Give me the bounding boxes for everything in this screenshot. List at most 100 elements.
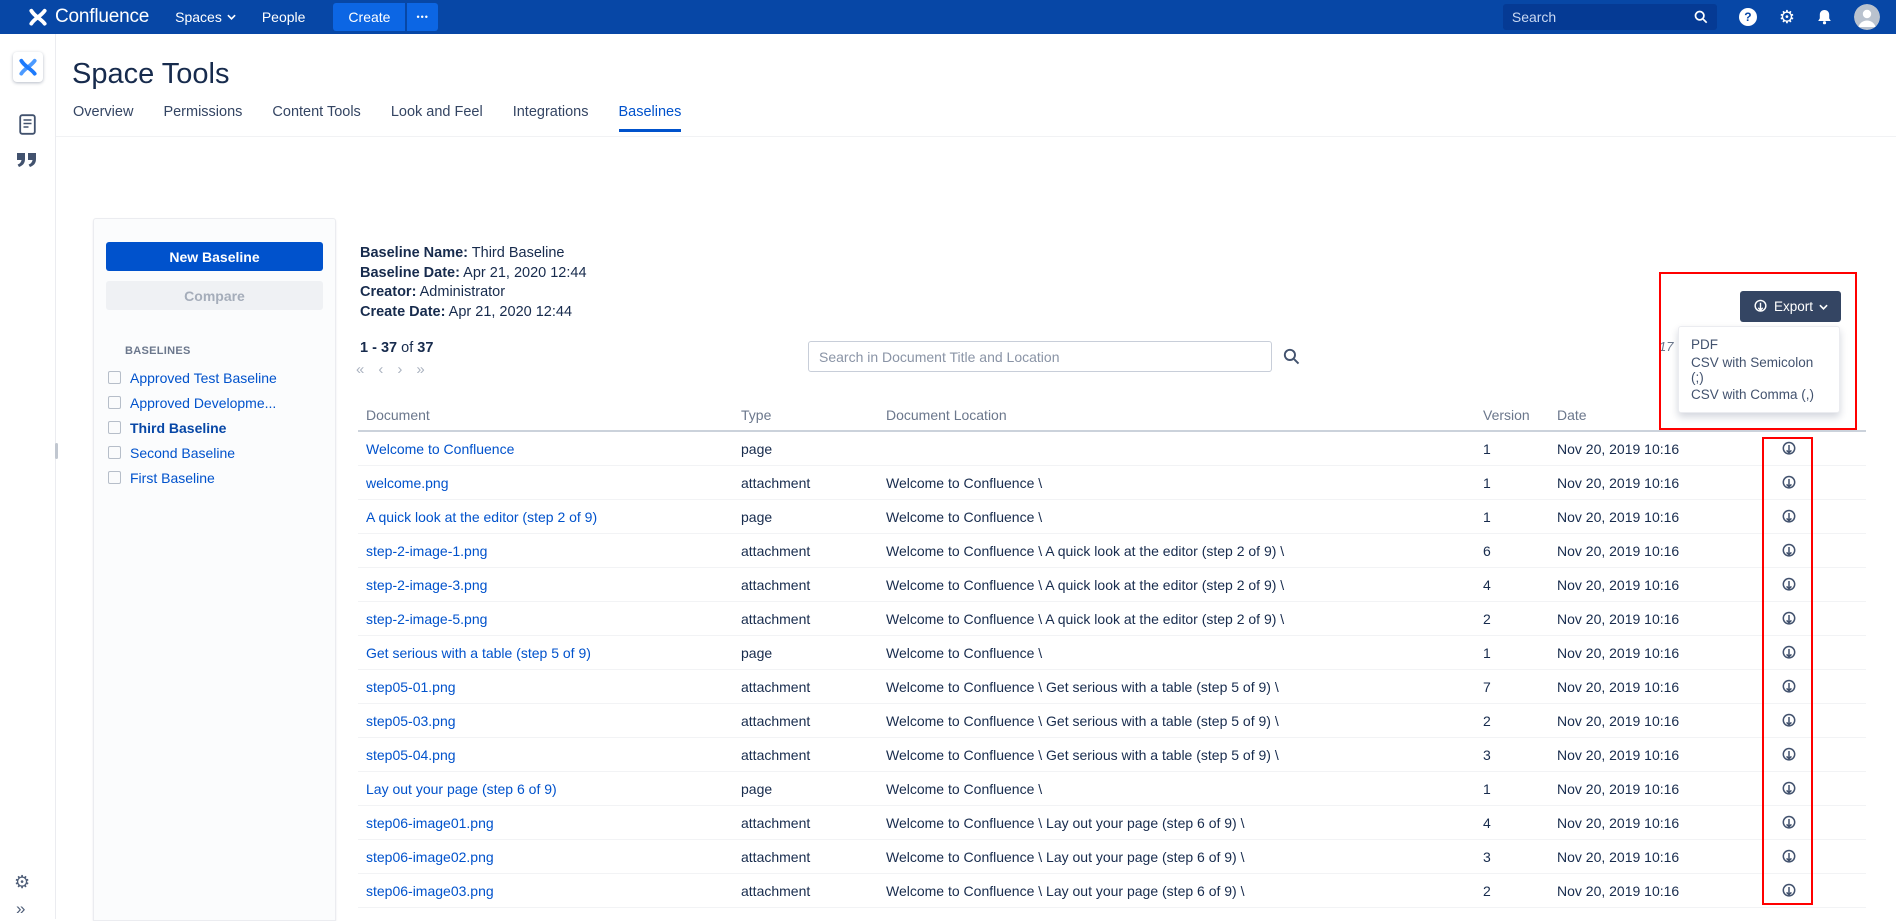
sidebar-resize-grip[interactable] xyxy=(55,443,58,459)
tab[interactable]: Integrations xyxy=(513,104,589,132)
nav-people[interactable]: People xyxy=(262,9,306,25)
tab[interactable]: Content Tools xyxy=(272,104,360,132)
document-location: Welcome to Confluence \ Lay out your pag… xyxy=(886,883,1483,899)
compare-button[interactable]: Compare xyxy=(106,281,323,310)
pager-arrow[interactable]: » xyxy=(416,361,424,378)
documents-table: Document Type Document Location Version … xyxy=(358,399,1866,908)
download-document-icon[interactable] xyxy=(1781,679,1797,695)
tab[interactable]: Baselines xyxy=(619,104,682,132)
download-document-icon[interactable] xyxy=(1781,441,1797,457)
nav-spaces[interactable]: Spaces xyxy=(175,9,236,25)
document-link[interactable]: step05-03.png xyxy=(366,713,456,729)
document-link[interactable]: step-2-image-3.png xyxy=(366,577,487,593)
download-document-icon[interactable] xyxy=(1781,849,1797,865)
document-link[interactable]: A quick look at the editor (step 2 of 9) xyxy=(366,509,597,525)
download-document-icon[interactable] xyxy=(1781,475,1797,491)
pager-arrow[interactable]: › xyxy=(397,361,402,378)
baseline-link[interactable]: First Baseline xyxy=(130,470,215,486)
document-date: Nov 20, 2019 10:16 xyxy=(1557,815,1729,831)
download-document-icon[interactable] xyxy=(1781,883,1797,899)
export-menu-item[interactable]: CSV with Comma (,) xyxy=(1679,382,1839,407)
pages-icon[interactable] xyxy=(19,114,36,140)
document-version: 1 xyxy=(1483,645,1557,661)
tab[interactable]: Permissions xyxy=(163,104,242,132)
download-document-icon[interactable] xyxy=(1781,781,1797,797)
baseline-checkbox[interactable] xyxy=(108,371,121,384)
download-document-icon[interactable] xyxy=(1781,645,1797,661)
baseline-link[interactable]: Approved Developme... xyxy=(130,395,276,411)
user-avatar[interactable] xyxy=(1854,4,1880,30)
document-link[interactable]: step-2-image-5.png xyxy=(366,611,487,627)
confluence-brand[interactable]: Confluence xyxy=(28,6,149,28)
document-date: Nov 20, 2019 10:16 xyxy=(1557,509,1729,525)
baseline-link[interactable]: Approved Test Baseline xyxy=(130,370,277,386)
document-type: page xyxy=(741,645,886,661)
baseline-list-item[interactable]: Approved Developme... xyxy=(94,390,335,415)
download-document-icon[interactable] xyxy=(1781,713,1797,729)
document-search-input[interactable] xyxy=(808,341,1272,372)
document-type: attachment xyxy=(741,713,886,729)
document-link[interactable]: step06-image03.png xyxy=(366,883,494,899)
tab[interactable]: Overview xyxy=(73,104,133,132)
document-link[interactable]: Get serious with a table (step 5 of 9) xyxy=(366,645,591,661)
baseline-link[interactable]: Third Baseline xyxy=(130,420,226,436)
document-version: 4 xyxy=(1483,577,1557,593)
download-document-icon[interactable] xyxy=(1781,611,1797,627)
baselines-list-header: BASELINES xyxy=(125,345,335,357)
nav-search-input[interactable] xyxy=(1512,9,1694,25)
notifications-icon[interactable] xyxy=(1817,9,1832,25)
document-version: 6 xyxy=(1483,543,1557,559)
settings-icon[interactable]: ⚙ xyxy=(1779,8,1795,26)
document-link[interactable]: step05-04.png xyxy=(366,747,456,763)
more-actions-button[interactable]: ••• xyxy=(407,3,437,31)
confluence-logo-icon xyxy=(28,7,48,27)
space-logo[interactable] xyxy=(13,52,43,82)
table-row: step06-image01.png attachment Welcome to… xyxy=(358,806,1866,840)
document-link[interactable]: step-2-image-1.png xyxy=(366,543,487,559)
document-version: 1 xyxy=(1483,781,1557,797)
pager-arrow[interactable]: ‹ xyxy=(378,361,383,378)
document-search-icon[interactable] xyxy=(1283,348,1300,370)
baseline-link[interactable]: Second Baseline xyxy=(130,445,235,461)
baseline-list-item[interactable]: Approved Test Baseline xyxy=(94,365,335,390)
document-date: Nov 20, 2019 10:16 xyxy=(1557,475,1729,491)
document-link[interactable]: Welcome to Confluence xyxy=(366,441,514,457)
app-sidebar: ⚙ » xyxy=(0,34,56,919)
nav-search-box[interactable] xyxy=(1503,4,1717,30)
baseline-checkbox[interactable] xyxy=(108,421,121,434)
download-document-icon[interactable] xyxy=(1781,815,1797,831)
document-version: 1 xyxy=(1483,441,1557,457)
document-location: Welcome to Confluence \ xyxy=(886,509,1483,525)
document-link[interactable]: step06-image01.png xyxy=(366,815,494,831)
baseline-list-item[interactable]: Second Baseline xyxy=(94,440,335,465)
baseline-checkbox[interactable] xyxy=(108,471,121,484)
document-link[interactable]: Lay out your page (step 6 of 9) xyxy=(366,781,557,797)
help-icon[interactable]: ? xyxy=(1739,8,1757,26)
document-location: Welcome to Confluence \ Lay out your pag… xyxy=(886,815,1483,831)
document-location: Welcome to Confluence \ Lay out your pag… xyxy=(886,849,1483,865)
new-baseline-button[interactable]: New Baseline xyxy=(106,242,323,271)
space-settings-gear-icon[interactable]: ⚙ xyxy=(14,872,30,893)
document-location: Welcome to Confluence \ xyxy=(886,781,1483,797)
baseline-list-item[interactable]: Third Baseline xyxy=(94,415,335,440)
document-version: 4 xyxy=(1483,815,1557,831)
download-document-icon[interactable] xyxy=(1781,543,1797,559)
document-link[interactable]: step06-image02.png xyxy=(366,849,494,865)
quotes-icon[interactable] xyxy=(16,152,38,173)
create-button[interactable]: Create xyxy=(333,3,405,31)
document-link[interactable]: welcome.png xyxy=(366,475,449,491)
baseline-checkbox[interactable] xyxy=(108,396,121,409)
baseline-checkbox[interactable] xyxy=(108,446,121,459)
export-menu-item[interactable]: CSV with Semicolon (;) xyxy=(1679,357,1839,382)
export-menu-item[interactable]: PDF xyxy=(1679,332,1839,357)
export-button[interactable]: Export xyxy=(1740,291,1841,322)
page-title: Space Tools xyxy=(72,58,229,91)
baseline-list-item[interactable]: First Baseline xyxy=(94,465,335,490)
pager-arrow[interactable]: « xyxy=(356,361,364,378)
download-document-icon[interactable] xyxy=(1781,747,1797,763)
download-document-icon[interactable] xyxy=(1781,577,1797,593)
tab[interactable]: Look and Feel xyxy=(391,104,483,132)
sidebar-collapse-icon[interactable]: » xyxy=(16,899,25,919)
document-link[interactable]: step05-01.png xyxy=(366,679,456,695)
download-document-icon[interactable] xyxy=(1781,509,1797,525)
